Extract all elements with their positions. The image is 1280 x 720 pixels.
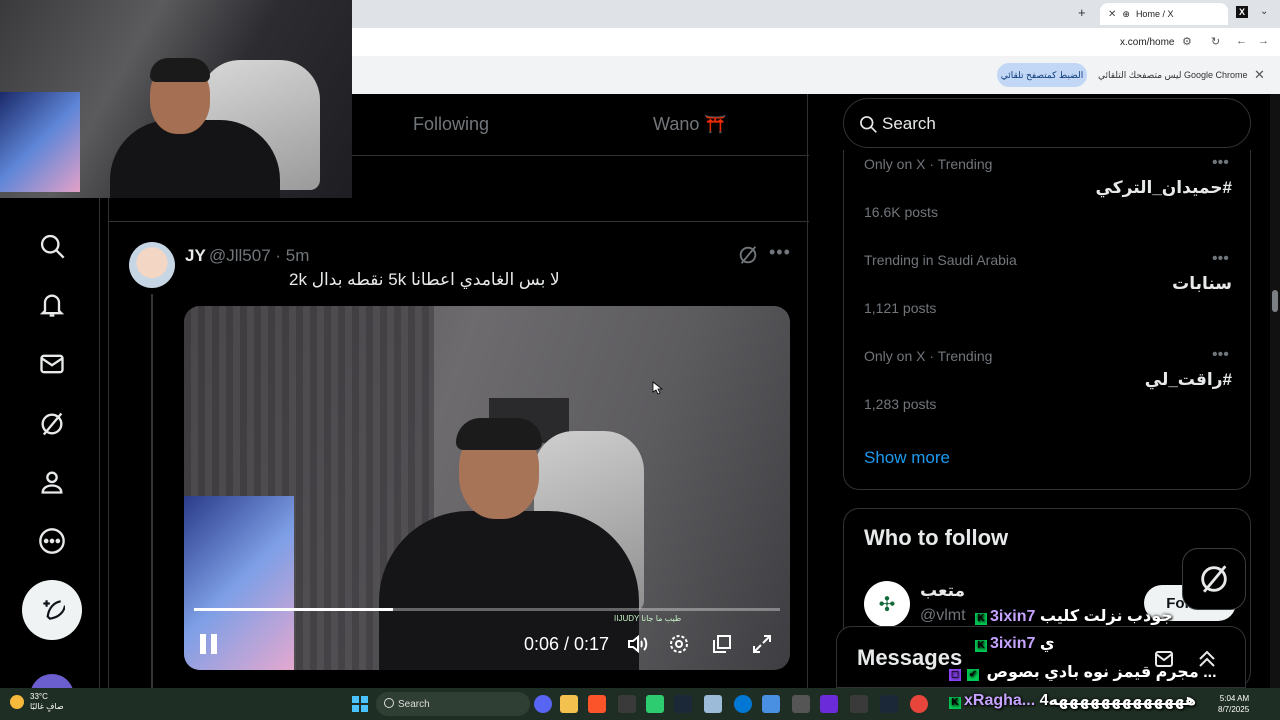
- who-to-follow-title: Who to follow: [864, 525, 1009, 550]
- back-icon[interactable]: →: [1258, 35, 1269, 47]
- trend-count: 1,283 posts: [864, 396, 937, 412]
- set-default-button[interactable]: الضبط كمتصفح تلقائي: [997, 63, 1087, 87]
- steam-icon[interactable]: [880, 695, 898, 713]
- tab-following[interactable]: Following: [413, 114, 489, 135]
- left-navigation: [0, 198, 100, 718]
- more-icon[interactable]: •••: [1212, 154, 1229, 172]
- trend-meta: Only on X · Trending: [864, 156, 993, 172]
- trend-count: 16.6K posts: [864, 204, 938, 220]
- more-icon[interactable]: [36, 525, 68, 557]
- close-icon[interactable]: ✕: [1254, 67, 1265, 83]
- trend-name: #راقت_لي: [1144, 370, 1232, 389]
- x-logo-icon: X: [1236, 6, 1248, 18]
- palm-emblem-icon[interactable]: ✣: [864, 581, 910, 627]
- stream-chat-line: K 3ixin7 جودب نزلت كليب: [972, 606, 1173, 626]
- app-icon[interactable]: [618, 695, 636, 713]
- system-clock[interactable]: 5:04 AM 8/7/2025: [1218, 693, 1249, 715]
- mouse-cursor-icon: [652, 381, 663, 395]
- brave-icon[interactable]: [588, 695, 606, 713]
- feather-plus-icon: [43, 600, 65, 620]
- tweet-handle-time[interactable]: @Jll507 · 5m: [209, 246, 309, 266]
- page-scrollbar[interactable]: [1270, 94, 1280, 688]
- avatar[interactable]: [129, 242, 175, 288]
- video-chat-overlay: IIJUDY طيب ما جانا: [614, 614, 682, 623]
- trend-name: سنابات: [1172, 274, 1232, 293]
- trend-count: 1,121 posts: [864, 300, 937, 316]
- video-progress-bar[interactable]: [194, 608, 780, 611]
- trend-item[interactable]: Only on X · Trending ••• #راقت_لي 1,283 …: [844, 342, 1252, 438]
- forward-icon[interactable]: ←: [1236, 35, 1247, 47]
- globe-icon: ⊕: [1122, 8, 1130, 19]
- more-icon[interactable]: •••: [1212, 250, 1229, 268]
- notifications-icon[interactable]: [36, 289, 68, 321]
- edge-icon[interactable]: [734, 695, 752, 713]
- chrome-icon[interactable]: [910, 695, 928, 713]
- search-icon: [384, 698, 394, 708]
- tab-wano[interactable]: Wano ⛩️: [653, 114, 727, 135]
- trend-item[interactable]: Trending in Saudi Arabia ••• سنابات 1,12…: [844, 246, 1252, 342]
- taskbar-search[interactable]: Search: [376, 692, 530, 716]
- infobar-text: Google Chrome ليس متصفحك التلقائي: [1098, 70, 1248, 80]
- app-icon[interactable]: [646, 695, 664, 713]
- webcam-overlay: [0, 0, 352, 198]
- more-icon[interactable]: •••: [1212, 346, 1229, 364]
- weather-widget[interactable]: 33°C صافٍ غالبًا: [10, 692, 64, 712]
- weather-desc: صافٍ غالبًا: [30, 702, 64, 711]
- show-more-link[interactable]: Show more: [864, 448, 950, 468]
- pause-icon[interactable]: [200, 634, 224, 656]
- app-icon[interactable]: [850, 695, 868, 713]
- settings-gear-icon[interactable]: [667, 632, 691, 656]
- stream-chat-line: ◻ ✔ مجرم قيمز نوه بادي بصوص ...: [949, 664, 1217, 681]
- scrollbar-thumb[interactable]: [1272, 290, 1278, 312]
- search-placeholder[interactable]: Search: [882, 114, 936, 134]
- grok-floating-button[interactable]: [1182, 548, 1246, 610]
- messages-icon[interactable]: [36, 348, 68, 380]
- photos-icon[interactable]: [762, 695, 780, 713]
- suggested-user-name[interactable]: متعب: [920, 581, 965, 601]
- file-explorer-icon[interactable]: [560, 695, 578, 713]
- stream-chat-line: K 3ixin7 ي: [972, 633, 1054, 653]
- stream-chat-line: KxRagha... هههههههههههههه4: [946, 690, 1196, 710]
- search-icon: [860, 116, 877, 133]
- tab-title: Home / X: [1135, 9, 1174, 19]
- app-icon[interactable]: [704, 695, 722, 713]
- grok-icon[interactable]: [36, 408, 68, 440]
- tweet-text: لا بس الغامدي اعطانا 5k نقطه بدال 2k: [289, 270, 560, 289]
- video-time: 0:06 / 0:17: [524, 634, 610, 654]
- search-input[interactable]: Search: [843, 98, 1251, 148]
- grok-icon[interactable]: [737, 244, 759, 266]
- thread-line: [151, 294, 153, 694]
- site-settings-icon[interactable]: ⚙: [1182, 35, 1192, 48]
- trends-panel: Only on X · Trending ••• #حميدان_التركي …: [843, 150, 1251, 490]
- steam-icon[interactable]: [674, 695, 692, 713]
- profile-icon[interactable]: [36, 466, 68, 498]
- explore-icon[interactable]: [36, 230, 68, 262]
- video-player[interactable]: IIJUDY طيب ما جانا 0:06 / 0:17: [184, 306, 790, 670]
- volume-icon[interactable]: [625, 632, 649, 656]
- close-icon[interactable]: ✕: [1108, 9, 1116, 20]
- tweet[interactable]: JY @Jll507 · 5m ••• لا بس الغامدي اعطانا…: [109, 222, 809, 694]
- next-icon[interactable]: [820, 695, 838, 713]
- fullscreen-icon[interactable]: [750, 632, 774, 656]
- trend-meta: Trending in Saudi Arabia: [864, 252, 1017, 268]
- tweet-author-name[interactable]: JY: [185, 246, 206, 266]
- trend-name: #حميدان_التركي: [1095, 178, 1232, 197]
- trend-item[interactable]: Only on X · Trending ••• #حميدان_التركي …: [844, 150, 1252, 246]
- app-icon[interactable]: [792, 695, 810, 713]
- windows-start-icon[interactable]: [352, 696, 368, 712]
- url-text[interactable]: x.com/home: [1120, 37, 1174, 48]
- discord-icon[interactable]: [534, 695, 552, 713]
- chevron-down-icon[interactable]: ⌄: [1260, 6, 1268, 17]
- browser-tab[interactable]: ✕ ⊕ Home / X: [1100, 3, 1228, 25]
- reload-icon[interactable]: ↻: [1211, 35, 1220, 48]
- new-tab-icon[interactable]: +: [1078, 5, 1086, 20]
- more-icon[interactable]: •••: [769, 242, 791, 263]
- trend-meta: Only on X · Trending: [864, 348, 993, 364]
- sun-icon: [10, 695, 24, 709]
- weather-temp: 33°C: [30, 692, 48, 701]
- suggested-user-handle[interactable]: @vlmt: [920, 607, 966, 625]
- picture-in-picture-icon[interactable]: [710, 632, 734, 656]
- compose-post-button[interactable]: [22, 580, 82, 640]
- grok-icon: [1201, 565, 1227, 593]
